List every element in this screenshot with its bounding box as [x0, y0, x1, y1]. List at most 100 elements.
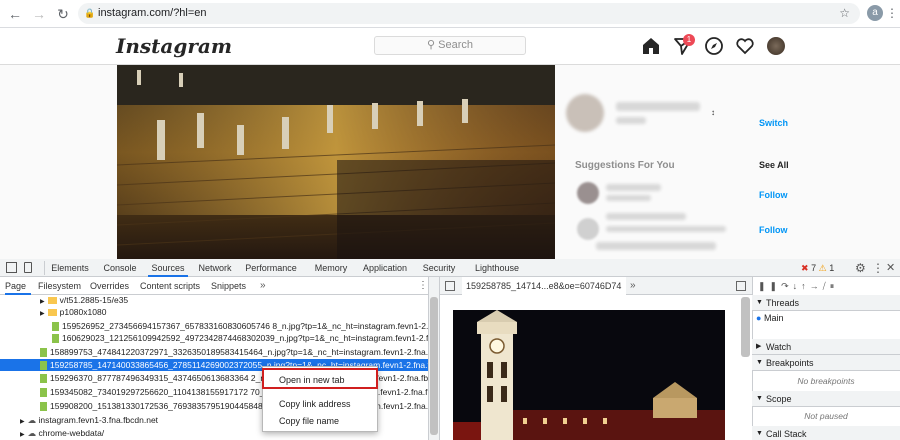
expand-arrow-icon[interactable]: ▶ — [20, 432, 25, 438]
navigator-tab-filesystem[interactable]: Filesystem — [38, 277, 84, 295]
image-file-icon — [40, 388, 47, 398]
devtools-tab-sources[interactable]: Sources — [148, 259, 188, 277]
step-out-icon[interactable]: ↑ — [801, 281, 810, 291]
not-paused-text: Not paused — [804, 411, 848, 421]
navigator-tab-page[interactable]: Page — [5, 277, 31, 295]
more-tabs-icon[interactable]: » — [260, 277, 266, 295]
threads-section-header[interactable]: ▼ Threads — [752, 295, 900, 311]
bookmark-star-icon[interactable]: ☆ — [839, 3, 850, 24]
editor-tab-label: 159258785_14714...e8&oe=60746D74 — [466, 281, 622, 291]
explore-icon[interactable] — [704, 36, 724, 56]
toggle-navigator-icon[interactable] — [445, 281, 455, 291]
devtools-tab-lighthouse[interactable]: Lighthouse — [471, 259, 523, 277]
close-devtools-icon[interactable]: ✕ — [886, 259, 895, 277]
url-text: instagram.com/?hl=en — [98, 7, 207, 19]
step-over-icon[interactable]: ↷ — [781, 281, 793, 291]
suggestion-avatar[interactable] — [577, 218, 599, 240]
step-icon[interactable]: → — [810, 281, 823, 291]
more-editor-tabs-icon[interactable]: » — [630, 277, 636, 295]
devtools-tab-elements[interactable]: Elements — [50, 259, 90, 277]
instagram-logo[interactable]: Instagram — [116, 34, 232, 58]
search-input[interactable]: ⚲ Search — [374, 36, 526, 55]
search-icon: ⚲ — [427, 39, 436, 51]
expand-triangle-icon: ▼ — [756, 359, 763, 366]
current-thread-icon: ● — [756, 313, 762, 323]
devtools-tab-network[interactable]: Network — [196, 259, 234, 277]
call-stack-section-header[interactable]: ▼ Call Stack — [752, 426, 900, 440]
tree-folder[interactable]: ▶ v/t51.2885-15/e35 — [0, 295, 428, 306]
suggestion-avatar[interactable] — [577, 182, 599, 204]
expand-arrow-icon[interactable]: ▶ — [40, 311, 45, 317]
follow-button[interactable]: Follow — [759, 225, 788, 235]
expand-arrow-icon[interactable]: ▶ — [40, 299, 45, 305]
image-file-icon — [40, 348, 47, 358]
activity-heart-icon[interactable] — [735, 36, 755, 56]
suggestion-name-blurred — [606, 213, 686, 220]
toggle-debugger-icon[interactable] — [736, 281, 746, 291]
home-icon[interactable] — [641, 36, 661, 56]
address-bar[interactable]: 🔒 instagram.com/?hl=en ☆ — [78, 3, 860, 24]
navigator-menu-icon[interactable]: ⋮ — [418, 277, 428, 295]
suggestion-meta-blurred — [606, 195, 651, 201]
browser-menu-icon[interactable]: ⋮ — [886, 5, 898, 21]
tree-file[interactable]: 158899753_474841220372971_33263501895834… — [0, 346, 428, 358]
expand-triangle-icon: ▼ — [756, 430, 763, 437]
devtools-tab-performance[interactable]: Performance — [243, 259, 299, 277]
tree-folder[interactable]: ▶ p1080x1080 — [0, 306, 428, 318]
highlight-box — [262, 368, 378, 389]
settings-gear-icon[interactable]: ⚙ — [855, 259, 866, 277]
expand-triangle-icon: ▼ — [756, 395, 763, 402]
debugger-controls: ❚❚↷↓↑→⧸⏸ — [758, 281, 838, 292]
scrollbar-thumb[interactable] — [430, 297, 438, 435]
menu-item-copy-link-address[interactable]: Copy link address — [279, 399, 351, 409]
suggestion-name-blurred — [606, 184, 661, 191]
tree-item-label: 158899753_474841220372971_33263501895834… — [50, 347, 428, 357]
device-toolbar-icon[interactable] — [24, 262, 32, 273]
error-count: 7 — [811, 263, 817, 273]
cloud-icon: ☁ — [27, 428, 39, 438]
profile-avatar-icon[interactable] — [767, 37, 785, 55]
error-icon: ✖ — [801, 263, 809, 273]
devtools-tab-memory[interactable]: Memory — [308, 259, 354, 277]
image-file-icon — [40, 361, 47, 371]
navigator-tab-snippets[interactable]: Snippets — [211, 277, 249, 295]
pause-on-exceptions-icon[interactable]: ⏸ — [830, 281, 839, 291]
expand-triangle-icon: ▼ — [756, 299, 763, 306]
preview-image[interactable] — [453, 310, 725, 440]
search-placeholder: Search — [438, 39, 473, 51]
no-breakpoints-text: No breakpoints — [797, 376, 855, 386]
user-avatar[interactable] — [566, 94, 604, 132]
inspect-element-icon[interactable] — [6, 262, 17, 273]
tree-item-label: 160629023_121256109942592_49723428744683… — [62, 333, 428, 343]
menu-item-copy-file-name[interactable]: Copy file name — [279, 416, 339, 426]
navigator-tab-content-scripts[interactable]: Content scripts — [140, 277, 204, 295]
forward-icon[interactable]: → — [30, 5, 48, 23]
watch-section-header[interactable]: ▶ Watch — [752, 339, 900, 355]
breakpoints-section-header[interactable]: ▼ Breakpoints — [752, 355, 900, 371]
account-switch-arrows-icon[interactable]: ↕ — [711, 108, 715, 117]
back-icon[interactable]: ← — [6, 5, 24, 23]
devtools-tab-console[interactable]: Console — [101, 259, 139, 277]
devtools-tab-application[interactable]: Application — [363, 259, 407, 277]
issues-counter[interactable]: ✖ 7 ⚠ 1 — [801, 261, 834, 275]
tree-file[interactable]: 160629023_121256109942592_49723428744683… — [0, 332, 428, 344]
step-into-icon[interactable]: ↓ — [793, 281, 802, 291]
deactivate-breakpoints-icon[interactable]: ⧸ — [823, 281, 830, 291]
reload-icon[interactable]: ↻ — [54, 5, 72, 23]
switch-link[interactable]: Switch — [759, 118, 788, 128]
pause-icon[interactable]: ❚❚ — [758, 281, 781, 291]
follow-button[interactable]: Follow — [759, 190, 788, 200]
profile-avatar[interactable]: a — [867, 5, 883, 21]
more-options-icon[interactable]: ⋮ — [872, 259, 884, 277]
navigator-tab-overrides[interactable]: Overrides — [90, 277, 134, 295]
tree-file[interactable]: 159526952_273456694157367_65783316083060… — [0, 320, 428, 332]
editor-tab[interactable]: 159258785_14714...e8&oe=60746D74 ✕ — [462, 277, 626, 309]
see-all-link[interactable]: See All — [759, 160, 789, 170]
expand-arrow-icon[interactable]: ▶ — [20, 419, 25, 425]
scope-section-header[interactable]: ▼ Scope — [752, 391, 900, 407]
editor-scrollbar-thumb[interactable] — [741, 297, 750, 357]
devtools-tab-security[interactable]: Security — [417, 259, 461, 277]
fullname-blurred — [616, 117, 646, 124]
thread-main[interactable]: ● Main — [756, 313, 783, 323]
feed-post-image[interactable] — [117, 65, 555, 259]
